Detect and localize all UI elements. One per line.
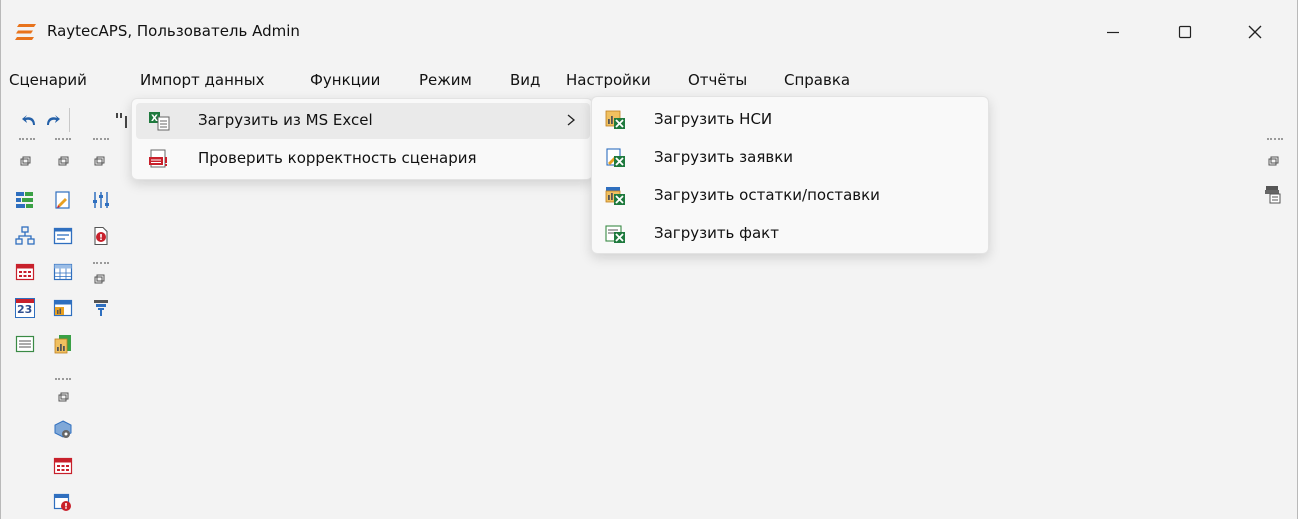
undo-icon[interactable] xyxy=(19,110,39,130)
calendar-icon[interactable] xyxy=(53,456,73,476)
form-icon[interactable] xyxy=(53,226,73,246)
pin-icon[interactable] xyxy=(57,392,69,404)
menu-bar: Сценарий Импорт данных Функции Режим Вид… xyxy=(1,64,1297,94)
menu-item-load-from-excel[interactable]: X Загрузить из MS Excel xyxy=(136,103,590,139)
table-icon[interactable] xyxy=(53,262,73,282)
toolbar-grip[interactable] xyxy=(1267,138,1283,142)
svg-text:X: X xyxy=(151,114,158,124)
menu-help[interactable]: Справка xyxy=(784,71,850,89)
close-icon xyxy=(1248,25,1262,39)
submenu-item-label: Загрузить НСИ xyxy=(654,110,773,128)
calendar-day-icon[interactable]: 23 xyxy=(15,298,35,318)
excel-load-reference-icon xyxy=(605,110,625,129)
menu-item-check-scenario[interactable]: Проверить корректность сценария xyxy=(136,141,590,177)
gantt-icon[interactable] xyxy=(15,190,35,210)
menu-mode[interactable]: Режим xyxy=(419,71,472,89)
app-logo-icon xyxy=(15,24,36,40)
submenu-item-label: Загрузить заявки xyxy=(654,148,793,166)
app-window: RaytecAPS, Пользователь Admin Сценарий И… xyxy=(0,0,1298,519)
excel-load-orders-icon xyxy=(606,148,625,167)
chevron-right-icon xyxy=(567,114,576,126)
filter-icon[interactable] xyxy=(91,298,111,318)
submenu-item-load-stock[interactable]: Загрузить остатки/поставки xyxy=(596,177,986,215)
pin-icon[interactable] xyxy=(1267,156,1279,168)
title-bar: RaytecAPS, Пользователь Admin xyxy=(1,0,1297,64)
excel-load-submenu: Загрузить НСИ Загрузить заявки Загрузить… xyxy=(591,96,989,254)
menu-import-data[interactable]: Импорт данных xyxy=(140,71,264,89)
chart-table-icon[interactable] xyxy=(53,298,73,318)
submenu-item-label: Загрузить остатки/поставки xyxy=(654,186,880,204)
calendar-error-icon[interactable] xyxy=(53,492,73,512)
pin-icon[interactable] xyxy=(19,156,31,168)
excel-load-fact-icon xyxy=(605,225,625,243)
hierarchy-icon[interactable] xyxy=(15,226,35,246)
print-icon[interactable] xyxy=(1263,184,1283,204)
report-chart-icon[interactable] xyxy=(53,334,73,354)
menu-item-label: Загрузить из MS Excel xyxy=(198,111,373,129)
close-button[interactable] xyxy=(1223,0,1287,64)
window-title: RaytecAPS, Пользователь Admin xyxy=(47,22,300,40)
menu-settings[interactable]: Настройки xyxy=(566,71,651,89)
pin-icon[interactable] xyxy=(93,274,105,286)
submenu-item-label: Загрузить факт xyxy=(654,224,779,242)
toolbar-grip[interactable] xyxy=(93,262,109,266)
sliders-icon[interactable] xyxy=(91,190,111,210)
package-settings-icon[interactable] xyxy=(53,420,73,440)
menu-scenario[interactable]: Сценарий xyxy=(9,71,87,89)
maximize-icon xyxy=(1178,25,1192,39)
submenu-item-load-fact[interactable]: Загрузить факт xyxy=(596,215,986,253)
tool-icon[interactable] xyxy=(113,110,133,130)
pin-icon[interactable] xyxy=(57,156,69,168)
calendar-icon[interactable] xyxy=(15,262,35,282)
toolbar-grip[interactable] xyxy=(55,138,71,142)
import-data-dropdown: X Загрузить из MS Excel Проверить коррек… xyxy=(131,98,593,180)
minimize-icon xyxy=(1107,31,1119,34)
menu-reports[interactable]: Отчёты xyxy=(688,71,747,89)
check-scenario-icon xyxy=(149,149,167,168)
maximize-button[interactable] xyxy=(1153,0,1217,64)
toolbar-grip[interactable] xyxy=(19,138,35,142)
excel-load-stock-icon xyxy=(605,187,625,205)
toolbar-separator xyxy=(69,108,70,132)
submenu-item-load-orders[interactable]: Загрузить заявки xyxy=(596,139,986,177)
menu-functions[interactable]: Функции xyxy=(310,71,380,89)
pin-icon[interactable] xyxy=(93,156,105,168)
toolbar-grip[interactable] xyxy=(55,378,71,382)
minimize-button[interactable] xyxy=(1081,0,1145,64)
menu-item-label: Проверить корректность сценария xyxy=(198,149,477,167)
list-icon[interactable] xyxy=(15,334,35,354)
toolbar-grip[interactable] xyxy=(93,138,109,142)
document-error-icon[interactable] xyxy=(91,226,111,246)
submenu-item-load-reference[interactable]: Загрузить НСИ xyxy=(596,101,986,139)
edit-document-icon[interactable] xyxy=(53,190,73,210)
excel-import-icon: X xyxy=(149,112,170,131)
calendar-day-number: 23 xyxy=(17,303,33,316)
menu-view[interactable]: Вид xyxy=(510,71,540,89)
redo-icon[interactable] xyxy=(43,110,63,130)
